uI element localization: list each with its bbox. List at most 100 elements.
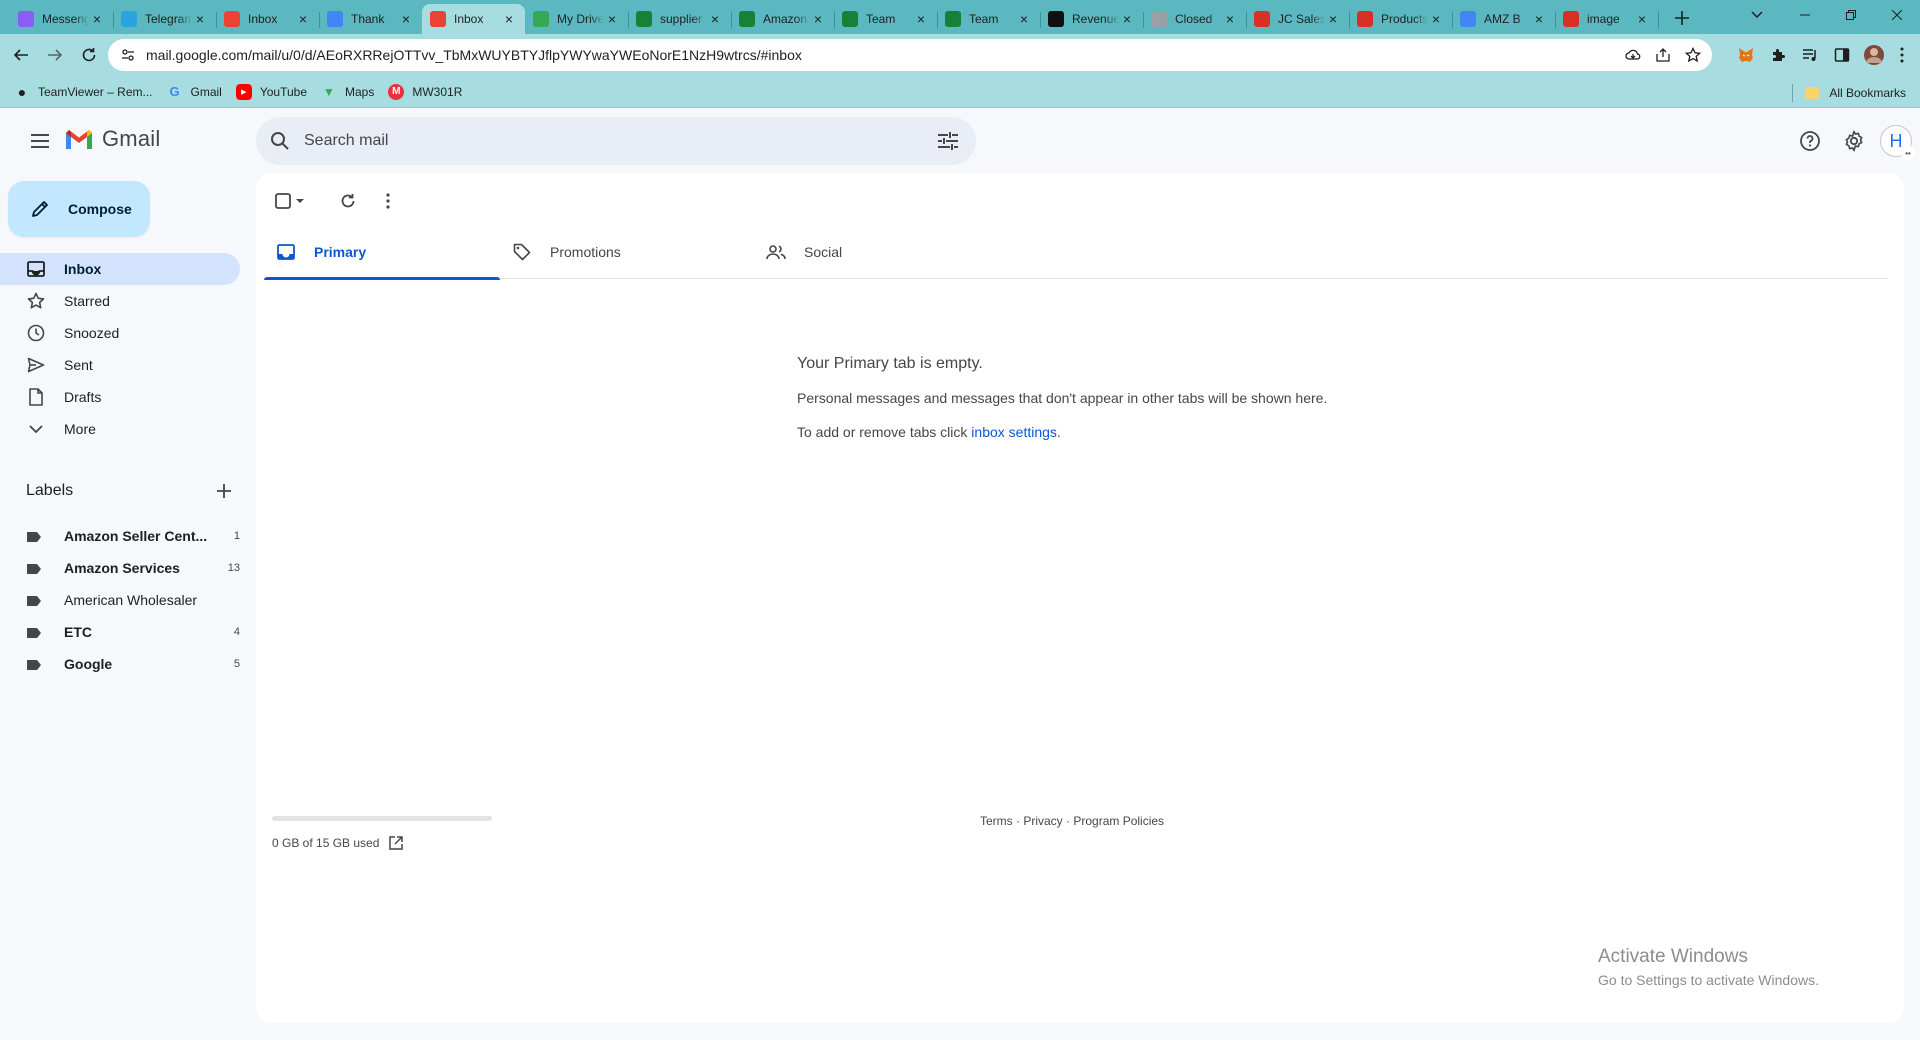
close-tab-icon[interactable]: × (1119, 11, 1135, 27)
site-info-icon[interactable] (120, 47, 136, 63)
account-avatar[interactable]: H •• (1880, 125, 1915, 160)
side-panel-icon[interactable] (1826, 39, 1858, 71)
close-tab-icon[interactable]: × (192, 11, 208, 27)
browser-tab[interactable]: Telegram × (113, 4, 217, 34)
minimize-button[interactable] (1782, 0, 1828, 30)
browser-tab[interactable]: supplier × (628, 4, 732, 34)
label-tag-icon (26, 562, 42, 574)
close-tab-icon[interactable]: × (1016, 11, 1032, 27)
close-tab-icon[interactable]: × (707, 11, 723, 27)
all-bookmarks-button[interactable]: All Bookmarks (1792, 84, 1906, 102)
tab-social[interactable]: Social (754, 225, 990, 279)
metamask-fox-icon[interactable] (1730, 39, 1762, 71)
back-button[interactable] (6, 40, 36, 70)
new-tab-button[interactable] (1668, 4, 1696, 32)
close-tab-icon[interactable]: × (1222, 11, 1238, 27)
label-item[interactable]: Google 5 (0, 648, 240, 680)
category-tabs: Primary Promotions Social (264, 225, 1888, 280)
label-count: 5 (233, 658, 240, 670)
close-tab-icon[interactable]: × (398, 11, 414, 27)
browser-tab[interactable]: Messenger× (10, 4, 114, 34)
tab-primary[interactable]: Primary (264, 225, 500, 280)
url-text[interactable]: mail.google.com/mail/u/0/d/AEoRXRRejOTTv… (146, 47, 1618, 63)
sidebar-item-starred[interactable]: Starred (0, 285, 240, 317)
close-tab-icon[interactable]: × (295, 11, 311, 27)
sidebar-item-more[interactable]: More (0, 413, 240, 445)
search-options-icon[interactable] (928, 121, 968, 161)
browser-tab[interactable]: JC Sales × (1246, 4, 1350, 34)
drive-install-icon[interactable] (1618, 40, 1648, 70)
close-tab-icon[interactable]: × (501, 11, 517, 27)
refresh-button[interactable] (328, 181, 368, 221)
share-icon[interactable] (1648, 40, 1678, 70)
close-tab-icon[interactable]: × (89, 11, 105, 27)
search-icon[interactable] (260, 121, 300, 161)
inbox-settings-link[interactable]: inbox settings (971, 424, 1057, 440)
create-label-button[interactable] (208, 475, 240, 507)
label-item[interactable]: American Wholesaler (0, 584, 240, 616)
tab-search-button[interactable] (1744, 4, 1770, 26)
close-tab-icon[interactable]: × (1531, 11, 1547, 27)
browser-tab[interactable]: My Drive × (525, 4, 629, 34)
support-icon[interactable] (1788, 119, 1832, 163)
close-tab-icon[interactable]: × (1634, 11, 1650, 27)
search-bar[interactable]: Search mail (256, 117, 976, 165)
label-item[interactable]: Amazon Seller Cent... 1 (0, 520, 240, 552)
external-link-icon[interactable] (387, 834, 405, 852)
sidebar-item-label: Snoozed (64, 325, 120, 341)
browser-tab[interactable]: Revenue × (1040, 4, 1144, 34)
browser-tab[interactable]: Thank × (319, 4, 422, 34)
main-menu-button[interactable] (16, 117, 64, 165)
bookmark-item[interactable]: ▶ YouTube (235, 83, 307, 100)
address-bar[interactable]: mail.google.com/mail/u/0/d/AEoRXRRejOTTv… (108, 39, 1712, 71)
restore-icon (1846, 10, 1856, 20)
select-all-checkbox[interactable] (272, 181, 308, 221)
browser-tab[interactable]: Team × (834, 4, 938, 34)
terms-link[interactable]: Terms (980, 814, 1013, 828)
browser-tab[interactable]: image × (1555, 4, 1659, 34)
privacy-link[interactable]: Privacy (1023, 814, 1062, 828)
browser-tab[interactable]: Products × (1349, 4, 1453, 34)
forward-button[interactable] (40, 40, 70, 70)
label-item[interactable]: Amazon Services 13 (0, 552, 240, 584)
reload-button[interactable] (74, 40, 104, 70)
profile-avatar-icon[interactable] (1858, 39, 1890, 71)
search-input[interactable]: Search mail (304, 132, 928, 150)
close-tab-icon[interactable]: × (913, 11, 929, 27)
extensions-puzzle-icon[interactable] (1762, 39, 1794, 71)
close-tab-icon[interactable]: × (810, 11, 826, 27)
sidebar-item-inbox[interactable]: Inbox (0, 253, 240, 285)
sidebar-item-drafts[interactable]: Drafts (0, 381, 240, 413)
more-actions-button[interactable] (368, 181, 408, 221)
all-bookmarks-label: All Bookmarks (1829, 86, 1906, 100)
settings-gear-icon[interactable] (1832, 119, 1876, 163)
sidebar-item-sent[interactable]: Sent (0, 349, 240, 381)
sidebar-item-snoozed[interactable]: Snoozed (0, 317, 240, 349)
browser-tab[interactable]: Closed × (1143, 4, 1247, 34)
bookmark-item[interactable]: G Gmail (167, 84, 221, 100)
browser-tab[interactable]: Inbox × (216, 4, 320, 34)
close-tab-icon[interactable]: × (1428, 11, 1444, 27)
restore-button[interactable] (1828, 0, 1874, 30)
close-tab-icon[interactable]: × (1325, 11, 1341, 27)
bookmark-item[interactable]: ● TeamViewer – Rem... (14, 84, 153, 100)
browser-tab[interactable]: Team × (937, 4, 1041, 34)
tab-title: AMZ B (1484, 12, 1521, 26)
browser-tab[interactable]: Amazon × (731, 4, 835, 34)
media-control-icon[interactable] (1794, 39, 1826, 71)
arrow-right-icon (48, 49, 63, 61)
browser-menu-icon[interactable] (1890, 39, 1914, 71)
browser-tab[interactable]: AMZ B × (1452, 4, 1556, 34)
sheets-icon (636, 11, 652, 27)
close-tab-icon[interactable]: × (604, 11, 620, 27)
bookmark-star-icon[interactable] (1678, 40, 1708, 70)
bookmark-item[interactable]: M MW301R (388, 83, 462, 100)
compose-button[interactable]: Compose (8, 181, 150, 237)
bookmark-item[interactable]: ▼ Maps (321, 84, 374, 100)
program-policies-link[interactable]: Program Policies (1073, 814, 1164, 828)
label-item[interactable]: ETC 4 (0, 616, 240, 648)
browser-tab[interactable]: Inbox × (422, 4, 525, 34)
tab-promotions[interactable]: Promotions (500, 225, 736, 279)
close-window-button[interactable] (1874, 0, 1920, 30)
gmail-logo[interactable]: Gmail (64, 126, 160, 152)
